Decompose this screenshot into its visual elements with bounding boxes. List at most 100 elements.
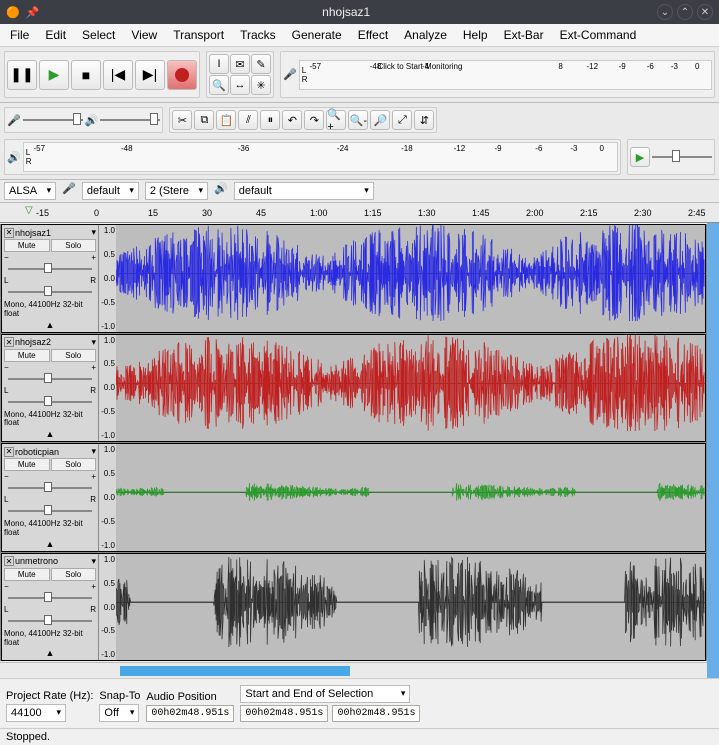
horizontal-scrollbar[interactable] (0, 662, 707, 678)
playback-meter[interactable]: LR -57 -48 -36 -24 -18 -12 -9 -6 -3 0 (23, 142, 618, 172)
track-name[interactable]: nhojsaz1 (15, 228, 90, 238)
menu-transport[interactable]: Transport (169, 26, 228, 44)
zoom-out-button[interactable]: 🔍- (348, 110, 368, 130)
amplitude-scale: 1.00.50.0-0.5-1.0 (98, 444, 116, 551)
timeshift-tool[interactable]: ↔ (230, 75, 250, 95)
menu-tracks[interactable]: Tracks (236, 26, 280, 44)
pause-button[interactable]: ❚❚ (7, 60, 37, 90)
pan-slider[interactable] (4, 615, 96, 627)
collapse-icon[interactable]: ▲ (4, 429, 96, 439)
stop-button[interactable]: ■ (71, 60, 101, 90)
undo-button[interactable]: ↶ (282, 110, 302, 130)
cut-button[interactable]: ✂ (172, 110, 192, 130)
menu-ext-bar[interactable]: Ext-Bar (500, 26, 548, 44)
trim-button[interactable]: ⫽ (238, 110, 258, 130)
zoom-fit-button[interactable]: ⤢ (392, 110, 412, 130)
track-close-button[interactable]: ✕ (4, 556, 14, 566)
menu-effect[interactable]: Effect (354, 26, 392, 44)
track-menu-icon[interactable]: ▾ (91, 556, 96, 567)
rec-device-select[interactable]: default (82, 182, 139, 200)
recording-meter[interactable]: LR -57 -48 -4 Click to Start Monitoring … (299, 60, 712, 90)
gain-slider[interactable] (4, 263, 96, 275)
gain-slider[interactable] (4, 482, 96, 494)
track-menu-icon[interactable]: ▾ (91, 227, 96, 238)
timeline-ruler[interactable]: ▽ -15 0 15 30 45 1:00 1:15 1:30 1:45 2:0… (0, 203, 719, 223)
gain-slider[interactable] (4, 373, 96, 385)
collapse-icon[interactable]: ▲ (4, 539, 96, 549)
zoom-tool[interactable]: 🔍 (209, 75, 229, 95)
mute-button[interactable]: Mute (4, 458, 50, 471)
silence-button[interactable]: ⏸ (260, 110, 280, 130)
mute-button[interactable]: Mute (4, 349, 50, 362)
selection-start-counter[interactable]: 00h02m48.951s (240, 705, 328, 722)
menu-generate[interactable]: Generate (288, 26, 346, 44)
track-name[interactable]: nhojsaz2 (15, 337, 90, 347)
menu-edit[interactable]: Edit (41, 26, 70, 44)
pan-slider[interactable] (4, 286, 96, 298)
selection-end-counter[interactable]: 00h02m48.951s (332, 705, 420, 722)
maximize-button[interactable]: ⌃ (677, 4, 693, 20)
snap-to-select[interactable]: Off (99, 704, 139, 722)
audio-position-counter[interactable]: 00h02m48.951s (146, 705, 234, 722)
play-button[interactable]: ▶ (39, 60, 69, 90)
track-name[interactable]: unmetrono (15, 556, 90, 566)
track-name[interactable]: roboticpian (15, 447, 90, 457)
playhead-marker-icon[interactable]: ▽ (25, 205, 33, 216)
rec-meter-panel[interactable]: 🎤 LR -57 -48 -4 Click to Start Monitorin… (280, 51, 715, 98)
play-volume-slider[interactable] (100, 113, 160, 127)
solo-button[interactable]: Solo (51, 349, 97, 362)
vertical-scrollbar[interactable] (707, 223, 719, 678)
track-close-button[interactable]: ✕ (4, 337, 14, 347)
zoom-toggle-button[interactable]: ⇵ (414, 110, 434, 130)
play-at-speed-button[interactable]: ▶ (630, 147, 650, 167)
gain-slider[interactable] (4, 592, 96, 604)
pan-slider[interactable] (4, 396, 96, 408)
waveform-display[interactable] (116, 444, 705, 540)
solo-button[interactable]: Solo (51, 458, 97, 471)
pin-icon[interactable]: 📌 (26, 6, 40, 19)
waveform-display[interactable] (116, 225, 705, 321)
collapse-icon[interactable]: ▲ (4, 320, 96, 330)
menu-file[interactable]: File (6, 26, 33, 44)
menu-ext-command[interactable]: Ext-Command (556, 26, 641, 44)
project-rate-select[interactable]: 44100 (6, 704, 66, 722)
rec-volume-slider[interactable] (23, 113, 83, 127)
track-close-button[interactable]: ✕ (4, 447, 14, 457)
pan-slider[interactable] (4, 505, 96, 517)
selection-mode-select[interactable]: Start and End of Selection (240, 685, 410, 703)
host-select[interactable]: ALSA (4, 182, 56, 200)
paste-button[interactable]: 📋 (216, 110, 236, 130)
selection-tool[interactable]: I (209, 54, 229, 74)
menu-analyze[interactable]: Analyze (400, 26, 451, 44)
waveform-display[interactable] (116, 554, 705, 650)
record-button[interactable] (167, 60, 197, 90)
solo-button[interactable]: Solo (51, 568, 97, 581)
play-meter-panel[interactable]: 🔊 LR -57 -48 -36 -24 -18 -12 -9 -6 -3 0 (4, 139, 621, 175)
menu-view[interactable]: View (127, 26, 161, 44)
redo-button[interactable]: ↷ (304, 110, 324, 130)
zoom-in-button[interactable]: 🔍+ (326, 110, 346, 130)
envelope-tool[interactable]: ✉ (230, 54, 250, 74)
track-close-button[interactable]: ✕ (4, 228, 14, 238)
track-menu-icon[interactable]: ▾ (91, 446, 96, 457)
multi-tool[interactable]: ✳ (251, 75, 271, 95)
skip-end-button[interactable]: ▶| (135, 60, 165, 90)
menu-help[interactable]: Help (459, 26, 492, 44)
track-menu-icon[interactable]: ▾ (91, 337, 96, 348)
close-window-button[interactable]: ✕ (697, 4, 713, 20)
copy-button[interactable]: ⧉ (194, 110, 214, 130)
menu-select[interactable]: Select (78, 26, 119, 44)
track-format-info: Mono, 44100Hz 32-bit float (4, 411, 96, 429)
waveform-display[interactable] (116, 335, 705, 431)
play-device-select[interactable]: default (234, 182, 374, 200)
zoom-sel-button[interactable]: 🔎 (370, 110, 390, 130)
rec-channels-select[interactable]: 2 (Stere (145, 182, 208, 200)
solo-button[interactable]: Solo (51, 239, 97, 252)
mute-button[interactable]: Mute (4, 568, 50, 581)
skip-start-button[interactable]: |◀ (103, 60, 133, 90)
minimize-button[interactable]: ⌄ (657, 4, 673, 20)
draw-tool[interactable]: ✎ (251, 54, 271, 74)
speed-slider[interactable] (652, 150, 712, 164)
app-icon: 🟠 (6, 6, 20, 19)
mute-button[interactable]: Mute (4, 239, 50, 252)
